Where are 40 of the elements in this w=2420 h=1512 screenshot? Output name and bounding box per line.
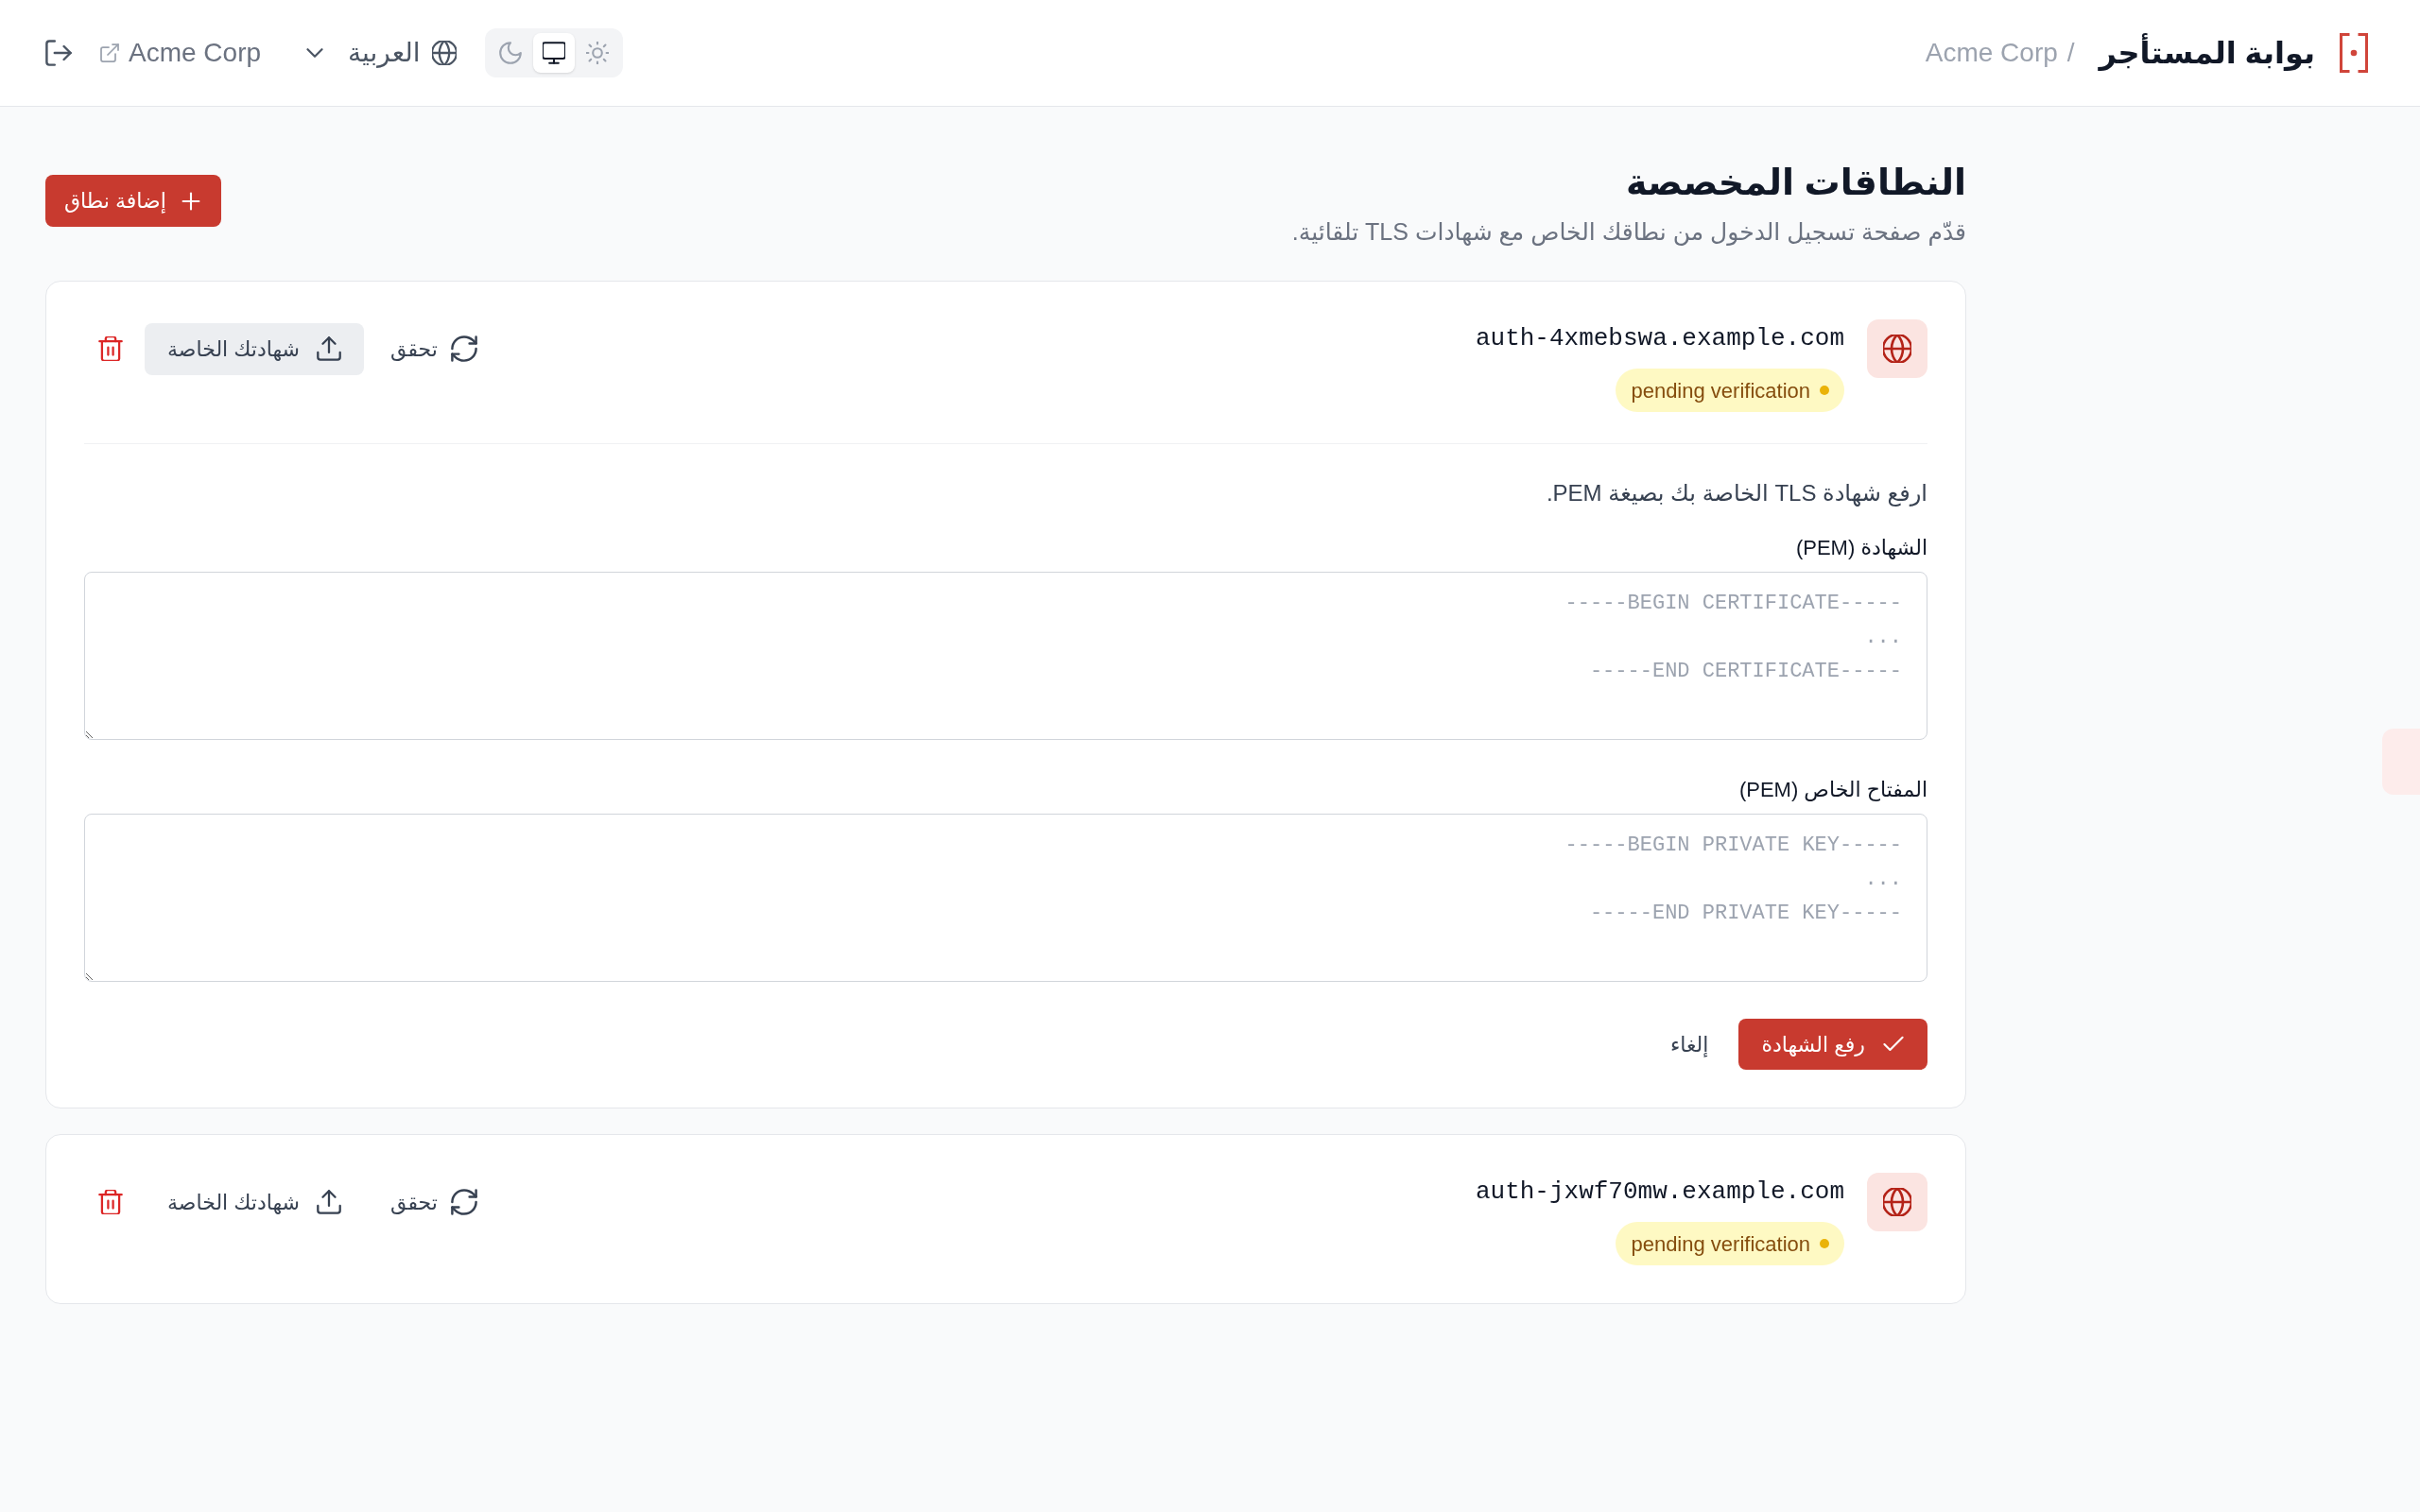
status-text: pending verification <box>1631 1230 1810 1258</box>
status-text: pending verification <box>1631 377 1810 404</box>
tenant-link[interactable]: Acme Corp <box>100 33 262 73</box>
external-link-icon <box>100 43 119 62</box>
form-hint: ارفع شهادة TLS الخاصة بك بصيغة PEM. <box>1545 479 1927 508</box>
portal-title: بوابة المستأجر <box>2099 30 2315 76</box>
verify-button[interactable]: تحقق <box>372 1176 496 1228</box>
globe-icon <box>1867 1173 1927 1231</box>
refresh-icon <box>450 1189 477 1215</box>
field-label: الشهادة (PEM) <box>1794 535 1927 561</box>
page-subtitle: قدّم صفحة تسجيل الدخول من نطاقك الخاص مع شهادات TLS تلقائية. <box>1291 217 1966 248</box>
pem-field[interactable]: -----BEGIN CERTIFICATE----- ... -----END CERTIFICATE----- <box>84 572 1927 740</box>
logout-button[interactable] <box>45 40 72 66</box>
page-title: النطاقات المخصصة <box>1624 162 1966 204</box>
upload-certificate-button[interactable]: رفع الشهادة <box>1738 1019 1927 1070</box>
logout-icon <box>45 40 72 66</box>
chevron-down-icon <box>306 48 324 58</box>
globe-icon <box>1867 319 1927 378</box>
moon-icon <box>498 42 522 64</box>
upload-icon <box>317 1190 342 1214</box>
domain-name: auth-jxwf70mw.example.com <box>1475 1177 1844 1208</box>
trash-icon <box>98 336 123 361</box>
upload-icon <box>317 336 342 361</box>
verify-button[interactable]: تحقق <box>372 322 496 375</box>
add-domain-button[interactable]: إضافة نطاق <box>45 175 221 227</box>
theme-option[interactable] <box>532 33 575 73</box>
domain-name: auth-4xmebswa.example.com <box>1475 323 1844 354</box>
language-selector[interactable]: العربية <box>306 33 457 73</box>
monitor-icon <box>542 42 565 64</box>
sun-icon <box>585 42 609 64</box>
cancel-button[interactable]: إلغاء <box>1651 1019 1728 1070</box>
refresh-icon <box>450 335 477 362</box>
breadcrumb-separator: / <box>2066 37 2075 69</box>
tenant-name: Acme Corp <box>1925 37 2058 69</box>
pem-field[interactable]: -----BEGIN PRIVATE KEY----- ... -----END PRIVATE KEY----- <box>84 814 1927 982</box>
certificate-button[interactable]: شهادتك الخاصة <box>145 322 365 375</box>
trash-icon <box>98 1190 123 1214</box>
field-label: المفتاح الخاص (PEM) <box>1737 777 1927 803</box>
logo-icon <box>2340 33 2368 73</box>
globe-icon <box>431 41 457 65</box>
